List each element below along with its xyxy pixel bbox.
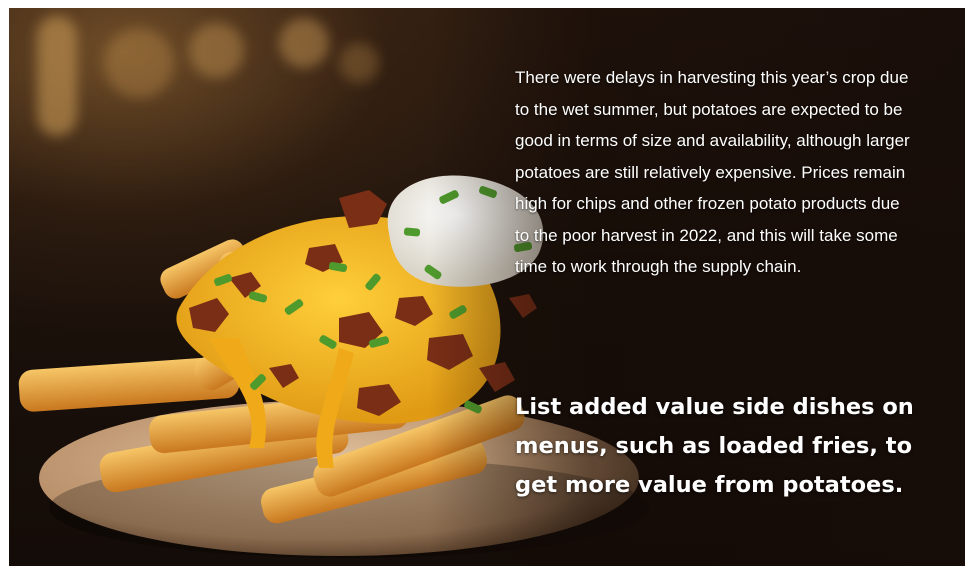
tip-callout: List added value side dishes on menus, s… bbox=[515, 394, 914, 498]
body-paragraph: There were delays in harvesting this yea… bbox=[515, 68, 910, 276]
